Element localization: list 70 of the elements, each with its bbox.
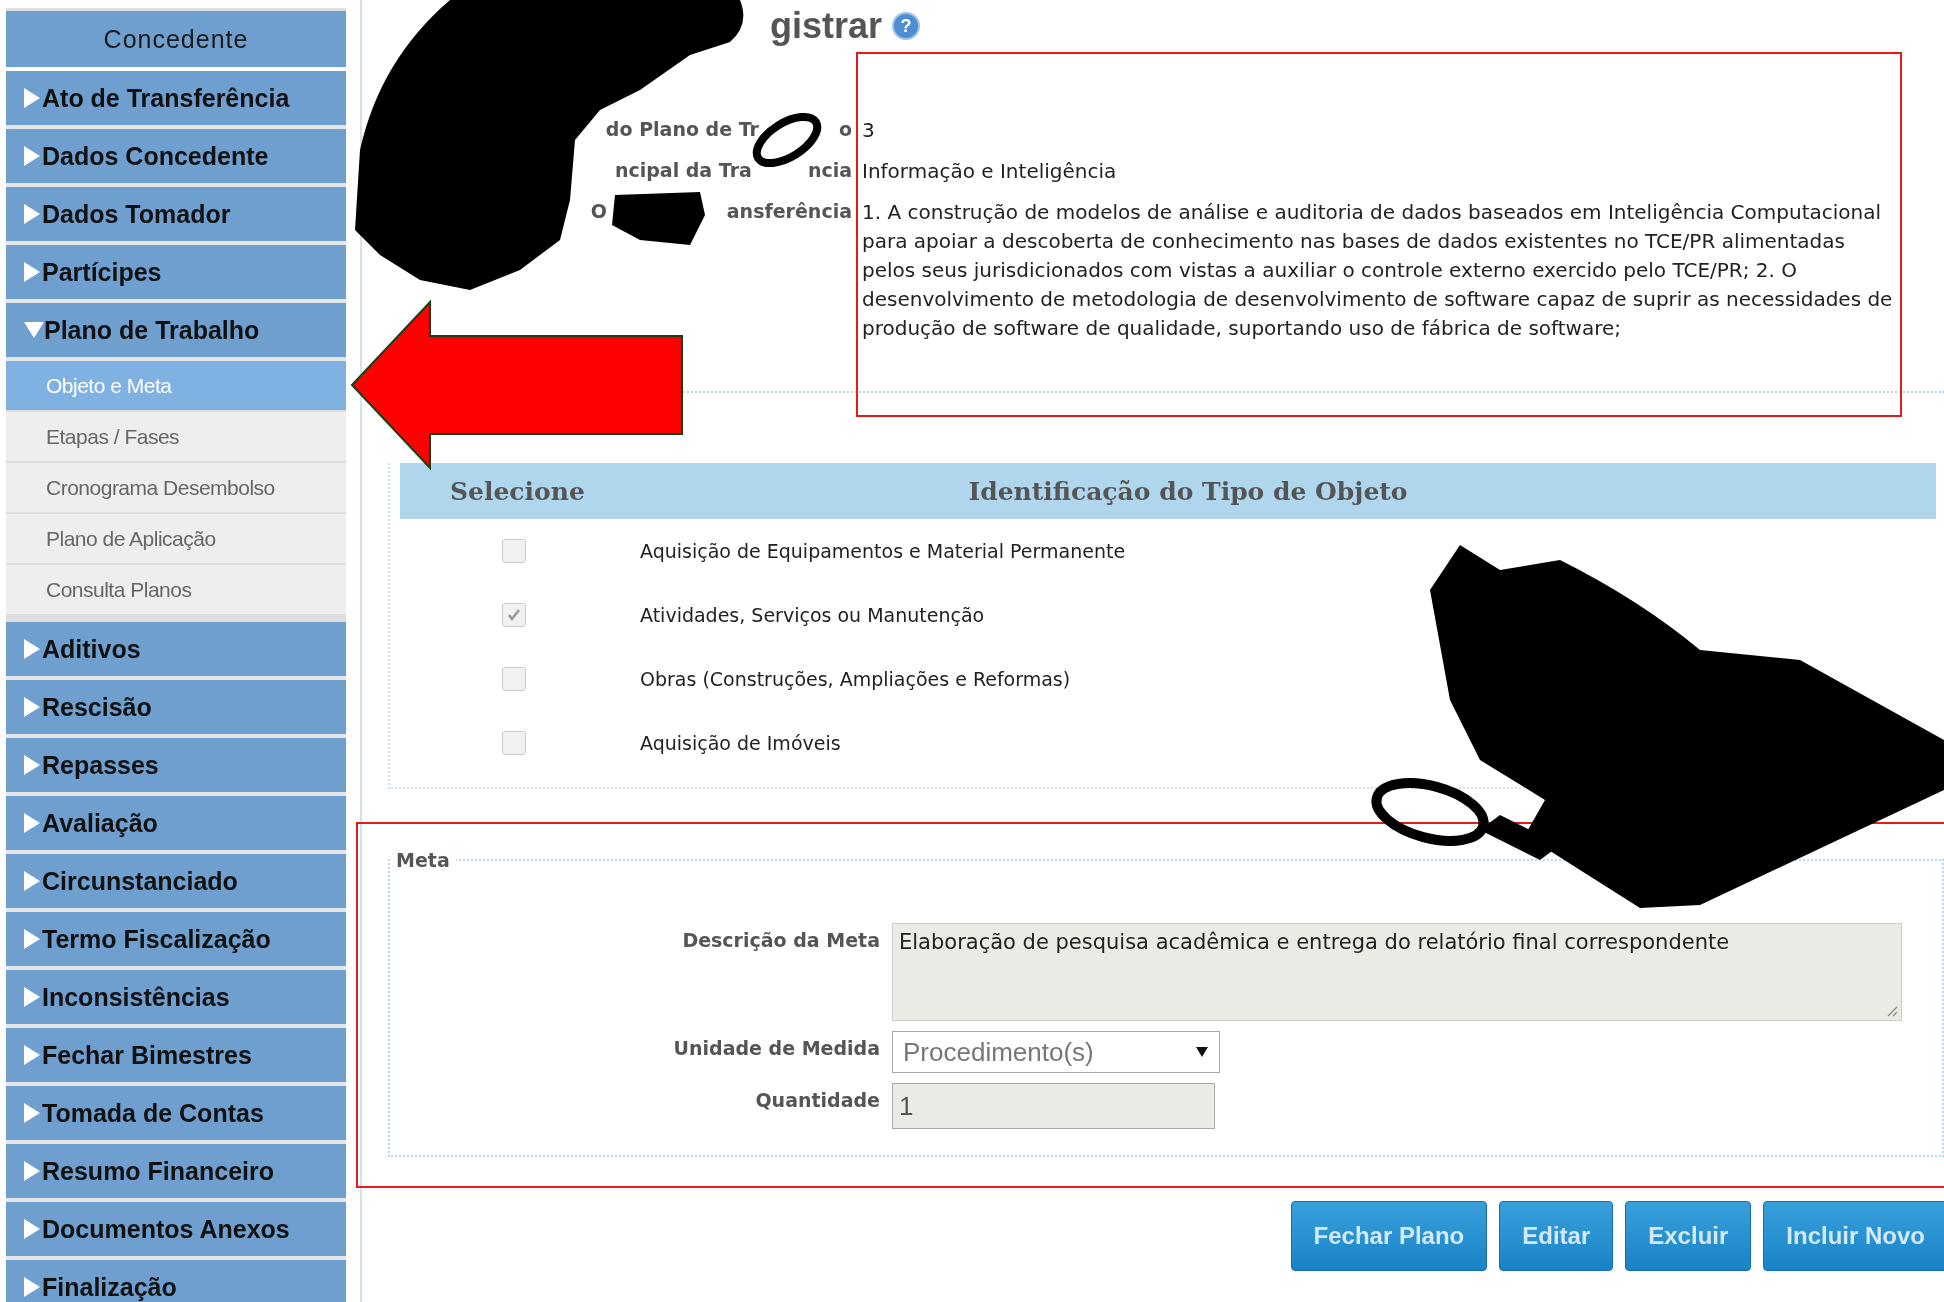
field-value: 3 xyxy=(862,117,876,144)
caret-right-icon xyxy=(24,262,40,282)
sidebar-item[interactable]: Termo Fiscalização xyxy=(6,912,346,970)
caret-right-icon xyxy=(24,639,40,659)
unit-dropdown[interactable]: Procedimento(s) xyxy=(892,1031,1220,1073)
sidebar-item[interactable]: Avaliação xyxy=(6,796,346,854)
checkbox[interactable] xyxy=(502,603,526,627)
field-value: 1. A construção de modelos de análise e auditoria de dados baseados em Inteligência Computacional para apoiar a descoberta de conhecimento nas bases de dados existentes no TCE/PR alimentadas pelos seus jurisdicionados com vistas a auxiliar o controle externo exercido pelo TCE/PR; 2. O desenvolvimento de metodologia de desenvolvimento de software capaz de suprir as necessidades de produção de software de qualidade, suportando uso de fábrica de software; xyxy=(862,199,1894,342)
caret-right-icon xyxy=(24,204,40,224)
field-label: Unidade de Medida xyxy=(672,1036,880,1061)
column-header: Selecione xyxy=(449,476,586,506)
field-label: ncia xyxy=(807,159,852,183)
sidebar-item[interactable]: Resumo Financeiro xyxy=(6,1144,346,1202)
section-legend: Meta xyxy=(390,849,456,871)
caret-right-icon xyxy=(24,1045,40,1065)
option-label: Aquisição de Equipamentos e Material Permanente xyxy=(640,540,1127,562)
option-label: Aquisição de Imóveis xyxy=(640,732,842,754)
sidebar-item[interactable]: Plano de Trabalho xyxy=(6,303,346,361)
field-label: do Plano de Tr xyxy=(605,118,759,142)
option-label: Obras (Construções, Ampliações e Reformas) xyxy=(640,668,1072,690)
caret-right-icon xyxy=(24,1161,40,1181)
caret-right-icon xyxy=(24,1103,40,1123)
dropdown-arrow-icon xyxy=(1195,1046,1209,1058)
checkbox[interactable] xyxy=(502,731,526,755)
caret-right-icon xyxy=(24,697,40,717)
caret-right-icon xyxy=(24,1277,40,1297)
field-label: O xyxy=(590,200,607,224)
checkbox[interactable] xyxy=(502,667,526,691)
page-title: gistrar xyxy=(770,5,883,47)
sidebar-item[interactable]: Aditivos xyxy=(6,622,346,680)
sidebar-item[interactable]: Finalização xyxy=(6,1260,346,1302)
caret-right-icon xyxy=(24,1219,40,1239)
field-label: Descrição da Meta xyxy=(681,928,880,953)
caret-right-icon xyxy=(24,755,40,775)
submenu-item[interactable]: Plano de Aplicação xyxy=(6,514,346,565)
sidebar-item[interactable]: Inconsistências xyxy=(6,970,346,1028)
sidebar-title: Concedente xyxy=(6,8,346,67)
sidebar-item[interactable]: Dados Concedente xyxy=(6,129,346,187)
sidebar-item[interactable]: Documentos Anexos xyxy=(6,1202,346,1260)
description-field[interactable]: Elaboração de pesquisa acadêmica e entrega do relatório final correspondente xyxy=(892,923,1902,1021)
quantity-field[interactable]: 1 xyxy=(892,1083,1215,1129)
checkmark-icon xyxy=(506,607,522,623)
caret-right-icon xyxy=(24,813,40,833)
sidebar-item[interactable]: Ato de Transferência xyxy=(6,71,346,129)
option-label: Atividades, Serviços ou Manutenção xyxy=(640,604,986,626)
submenu-item[interactable]: Etapas / Fases xyxy=(6,412,346,463)
sidebar-item[interactable]: Dados Tomador xyxy=(6,187,346,245)
sidebar-item[interactable]: Circunstanciado xyxy=(6,854,346,912)
caret-right-icon xyxy=(24,88,40,108)
field-label: Quantidade xyxy=(754,1088,880,1113)
field-value: Informação e Inteligência xyxy=(862,158,1118,185)
resize-handle-icon[interactable] xyxy=(1886,1005,1898,1017)
field-label: ansferência xyxy=(726,200,852,224)
caret-down-icon xyxy=(24,322,44,338)
field-label: o xyxy=(838,118,852,142)
field-label: ncipal da Tra xyxy=(614,159,752,183)
sidebar-item[interactable]: Fechar Bimestres xyxy=(6,1028,346,1086)
caret-right-icon xyxy=(24,929,40,949)
sidebar-item[interactable]: Rescisão xyxy=(6,680,346,738)
caret-right-icon xyxy=(24,146,40,166)
sidebar-item[interactable]: Repasses xyxy=(6,738,346,796)
caret-right-icon xyxy=(24,871,40,891)
help-icon[interactable]: ? xyxy=(892,12,921,40)
column-header: Identificação do Tipo de Objeto xyxy=(967,476,1409,506)
sidebar-item[interactable]: Tomada de Contas xyxy=(6,1086,346,1144)
caret-right-icon xyxy=(24,987,40,1007)
sidebar-item[interactable]: Partícipes xyxy=(6,245,346,303)
submenu-item[interactable]: Consulta Planos xyxy=(6,565,346,616)
submenu-item[interactable]: Cronograma Desembolso xyxy=(6,463,346,514)
checkbox[interactable] xyxy=(502,539,526,563)
